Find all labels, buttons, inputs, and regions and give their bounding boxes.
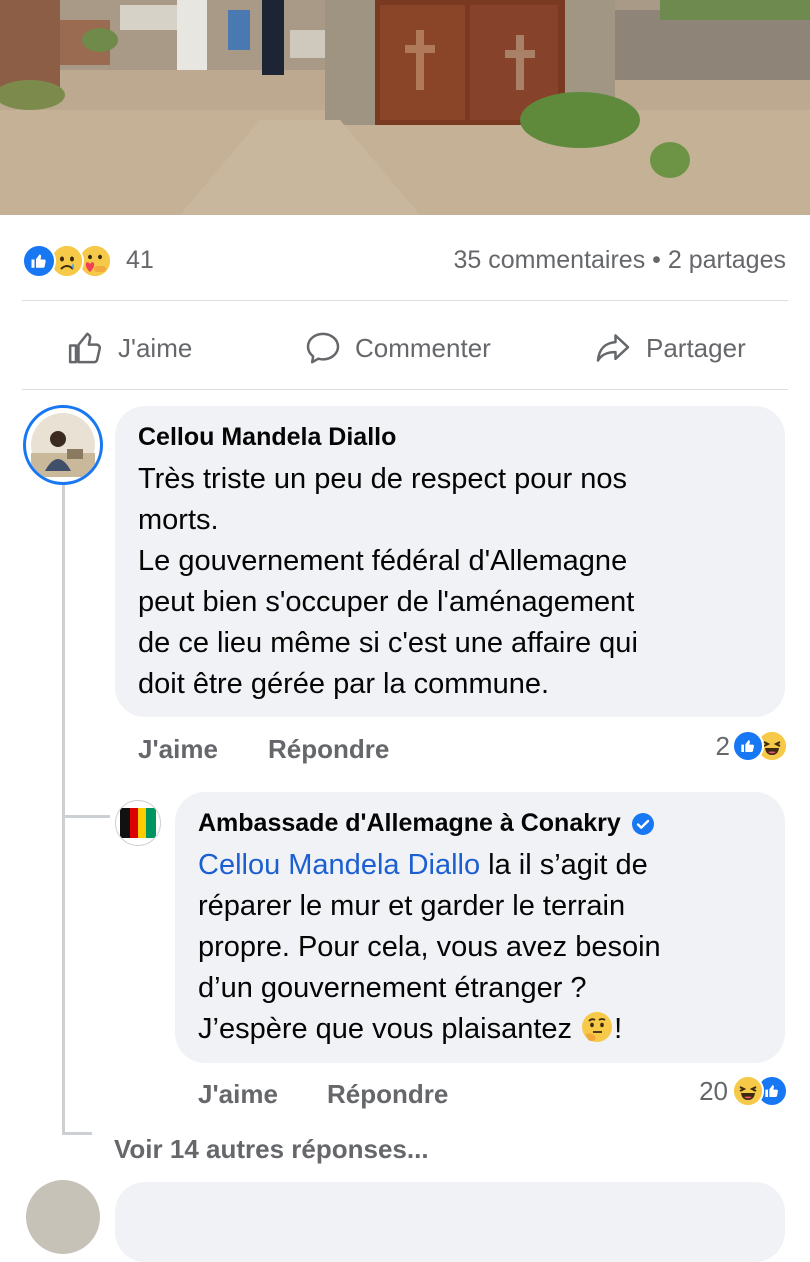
avatar[interactable] bbox=[23, 405, 103, 485]
next-comment-avatar[interactable] bbox=[26, 1180, 100, 1254]
reply-text-end: ! bbox=[614, 1013, 623, 1045]
like-icon bbox=[22, 244, 56, 278]
avatar-photo bbox=[31, 413, 95, 477]
reply-author-name: Ambassade d'Allemagne à Conakry bbox=[198, 809, 621, 837]
thread-connector bbox=[62, 1132, 92, 1135]
comment-bubble-icon bbox=[306, 332, 340, 364]
divider bbox=[22, 300, 788, 301]
reply-text: Cellou Mandela Diallo la il s’agit de ré… bbox=[198, 845, 661, 1056]
comment-text-line: de ce lieu même si c'est une affaire qui bbox=[138, 627, 638, 659]
haha-icon bbox=[732, 1075, 764, 1107]
like-button[interactable]: J'aime bbox=[66, 320, 192, 376]
flag-logo-icon bbox=[116, 801, 160, 845]
reply-text-last: J’espère que vous plaisantez bbox=[198, 1013, 573, 1045]
comment-button-label: Commenter bbox=[355, 332, 491, 363]
comment-text-line: morts. bbox=[138, 504, 219, 536]
reaction-summary: 41 35 commentaires • 2 partages bbox=[22, 240, 788, 280]
post-action-bar: J'aime Commenter Partager bbox=[0, 320, 810, 376]
comments-shares-count[interactable]: 35 commentaires • 2 partages bbox=[453, 246, 786, 275]
reply-author[interactable]: Ambassade d'Allemagne à Conakry bbox=[198, 809, 655, 838]
thumbs-up-icon bbox=[68, 332, 102, 364]
mention-link[interactable]: Cellou Mandela Diallo bbox=[198, 849, 480, 881]
reply-text-line: propre. Pour cela, vous avez besoin bbox=[198, 931, 661, 963]
next-comment-bubble bbox=[115, 1182, 785, 1262]
verified-badge-icon bbox=[631, 812, 655, 836]
reply-text-line: réparer le mur et garder le terrain bbox=[198, 890, 626, 922]
reaction-count[interactable]: 41 bbox=[126, 246, 154, 275]
reply-text-line: d’un gouvernement étranger ? bbox=[198, 972, 587, 1004]
thread-line bbox=[62, 485, 65, 1135]
reply-reply-button[interactable]: Répondre bbox=[327, 1079, 448, 1110]
view-more-replies-link[interactable]: Voir 14 autres réponses... bbox=[114, 1134, 429, 1165]
like-icon bbox=[732, 730, 764, 762]
comment-author[interactable]: Cellou Mandela Diallo bbox=[138, 423, 396, 452]
like-button-label: J'aime bbox=[118, 332, 193, 363]
reply-text-line: J’espère que vous plaisantez ! bbox=[198, 1009, 661, 1056]
comment-text-line: Très triste un peu de respect pour nos bbox=[138, 463, 627, 495]
reaction-icons[interactable] bbox=[22, 244, 122, 278]
reply-reaction-count[interactable]: 20 bbox=[699, 1075, 788, 1107]
comment-text: Très triste un peu de respect pour nos m… bbox=[138, 459, 638, 705]
reply-reaction-number: 20 bbox=[699, 1075, 728, 1106]
comment-text-line: doit être gérée par la commune. bbox=[138, 668, 550, 700]
comment-reaction-number: 2 bbox=[715, 730, 730, 761]
thread-connector bbox=[62, 815, 110, 818]
comment-text-line: Le gouvernement fédéral d'Allemagne bbox=[138, 545, 628, 577]
share-button[interactable]: Partager bbox=[592, 320, 746, 376]
share-arrow-icon bbox=[596, 334, 630, 362]
comment-reply-button[interactable]: Répondre bbox=[268, 734, 389, 765]
comment-text-line: peut bien s'occuper de l'aménagement bbox=[138, 586, 635, 618]
share-button-label: Partager bbox=[646, 332, 746, 363]
comment-like-button[interactable]: J'aime bbox=[138, 734, 218, 765]
divider bbox=[22, 389, 788, 390]
reply-avatar[interactable] bbox=[115, 800, 161, 846]
reply-like-button[interactable]: J'aime bbox=[198, 1079, 278, 1110]
comment-reaction-count[interactable]: 2 bbox=[716, 730, 788, 762]
thinking-face-icon bbox=[580, 1010, 614, 1056]
reply-text-first: la il s’agit de bbox=[480, 849, 648, 881]
comment-button[interactable]: Commenter bbox=[303, 320, 491, 376]
post-photo[interactable] bbox=[0, 0, 810, 215]
cemetery-photo-image bbox=[0, 0, 810, 215]
reply-text-line: Cellou Mandela Diallo la il s’agit de bbox=[198, 845, 661, 886]
